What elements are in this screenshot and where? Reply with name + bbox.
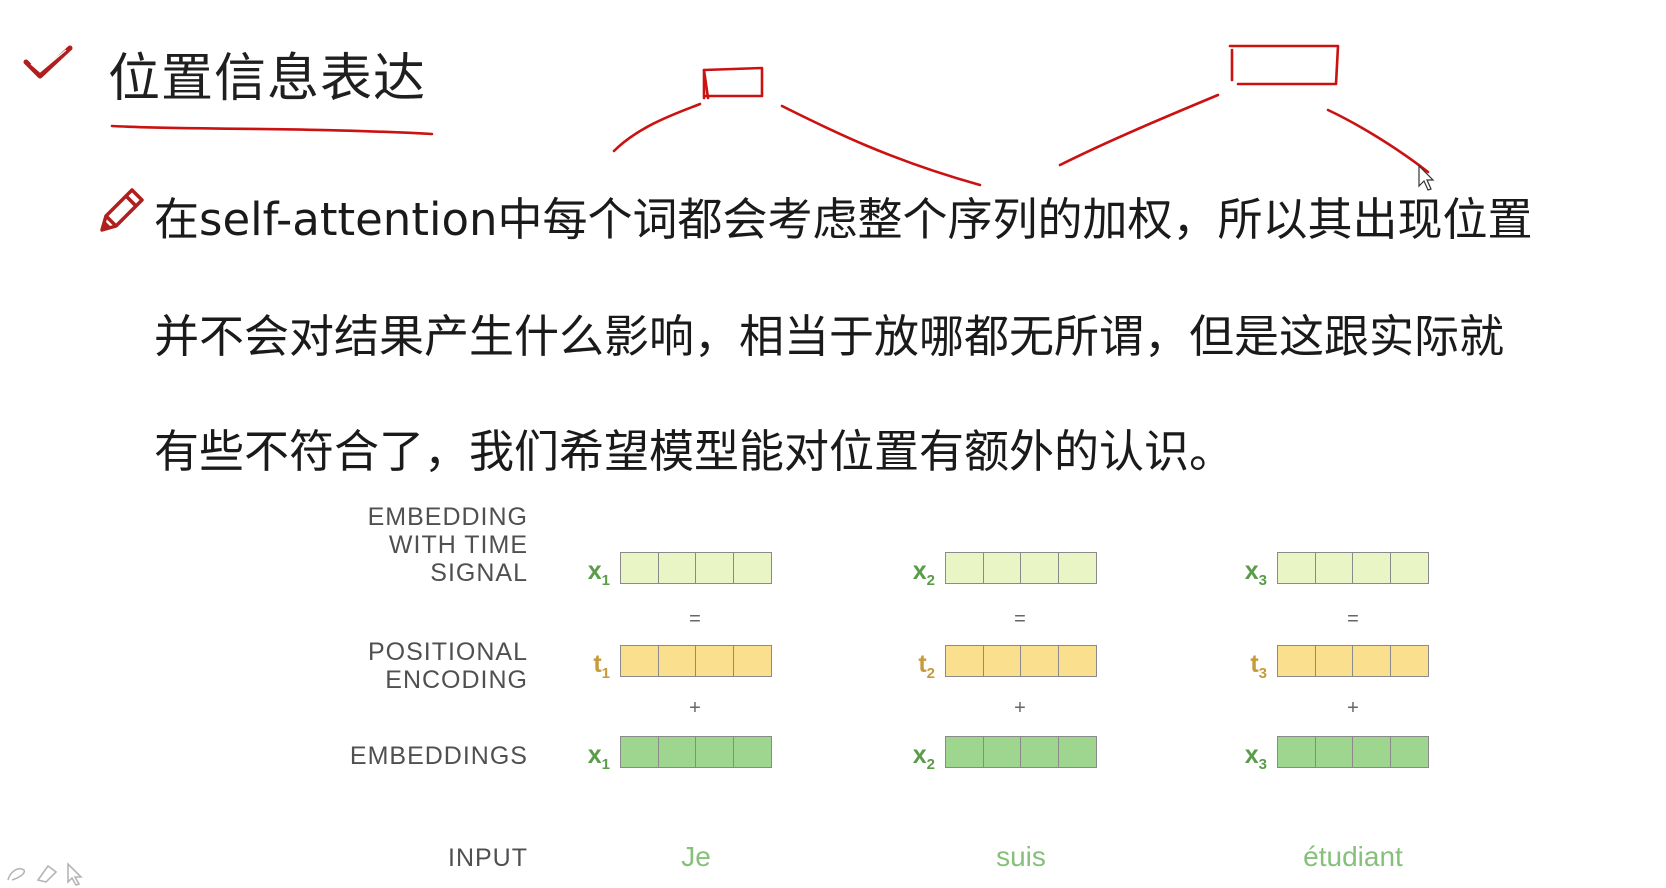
signal-vector-2: [945, 552, 1097, 584]
eraser-tool-icon: [36, 864, 58, 883]
plus-sign-3: +: [1347, 697, 1359, 719]
paragraph-line-3: 有些不符合了，我们希望模型能对位置有额外的认识。: [154, 425, 1235, 478]
presenter-tools: [7, 862, 83, 886]
embedding-vector-3: [1277, 736, 1429, 768]
row-label-embeddings: EMBEDDINGS: [349, 742, 528, 770]
row-label-positional: POSITIONAL ENCODING: [367, 638, 528, 694]
plus-sign-2: +: [1014, 697, 1026, 719]
paragraph-line-2: 并不会对结果产生什么影响，相当于放哪都无所谓，但是这跟实际就: [154, 310, 1505, 363]
slide-title: 位置信息表达: [108, 49, 427, 109]
embedding-var-3: x3: [1244, 741, 1267, 773]
positional-vector-1: [620, 645, 772, 677]
embedding-vector-1: [620, 736, 772, 768]
embedding-vector-2: [945, 736, 1097, 768]
signal-var-1: x1: [587, 557, 610, 589]
embedding-var-1: x1: [587, 741, 610, 773]
pointer-tool-icon: [67, 862, 83, 886]
input-word-1: Je: [681, 841, 711, 872]
embedding-var-2: x2: [912, 741, 935, 773]
annotation-box-left: [702, 66, 764, 100]
slide-canvas: 位置信息表达 在self-attention中每个词都会考虑整个序列的加权，所以…: [0, 0, 1666, 888]
input-word-2: suis: [996, 841, 1046, 872]
annotation-box-right: [1228, 44, 1340, 86]
annotation-arrow-left-2: [780, 104, 982, 187]
equals-sign-3: =: [1347, 608, 1359, 630]
paragraph-line-1: 在self-attention中每个词都会考虑整个序列的加权，所以其出现位置: [154, 193, 1533, 246]
signal-var-2: x2: [912, 557, 935, 589]
signal-var-3: x3: [1244, 557, 1267, 589]
positional-vector-3: [1277, 645, 1429, 677]
pen-tool-icon: [7, 867, 26, 881]
positional-vector-2: [945, 645, 1097, 677]
plus-sign-1: +: [689, 697, 701, 719]
signal-vector-3: [1277, 552, 1429, 584]
positional-var-1: t1: [593, 650, 610, 682]
positional-var-3: t3: [1250, 650, 1267, 682]
input-word-3: étudiant: [1303, 841, 1403, 872]
annotation-arrow-right-1: [1058, 93, 1220, 167]
equals-sign-1: =: [689, 608, 701, 630]
row-label-signal: EMBEDDING WITH TIME SIGNAL: [367, 503, 528, 587]
check-icon: [23, 45, 73, 79]
annotation-arrow-right-2: [1326, 108, 1430, 174]
signal-vector-1: [620, 552, 772, 584]
equals-sign-2: =: [1014, 608, 1026, 630]
pencil-icon: [100, 188, 144, 232]
annotation-arrow-left-1: [612, 102, 702, 153]
title-underline: [110, 124, 434, 136]
positional-var-2: t2: [918, 650, 935, 682]
row-label-input: INPUT: [448, 844, 528, 872]
